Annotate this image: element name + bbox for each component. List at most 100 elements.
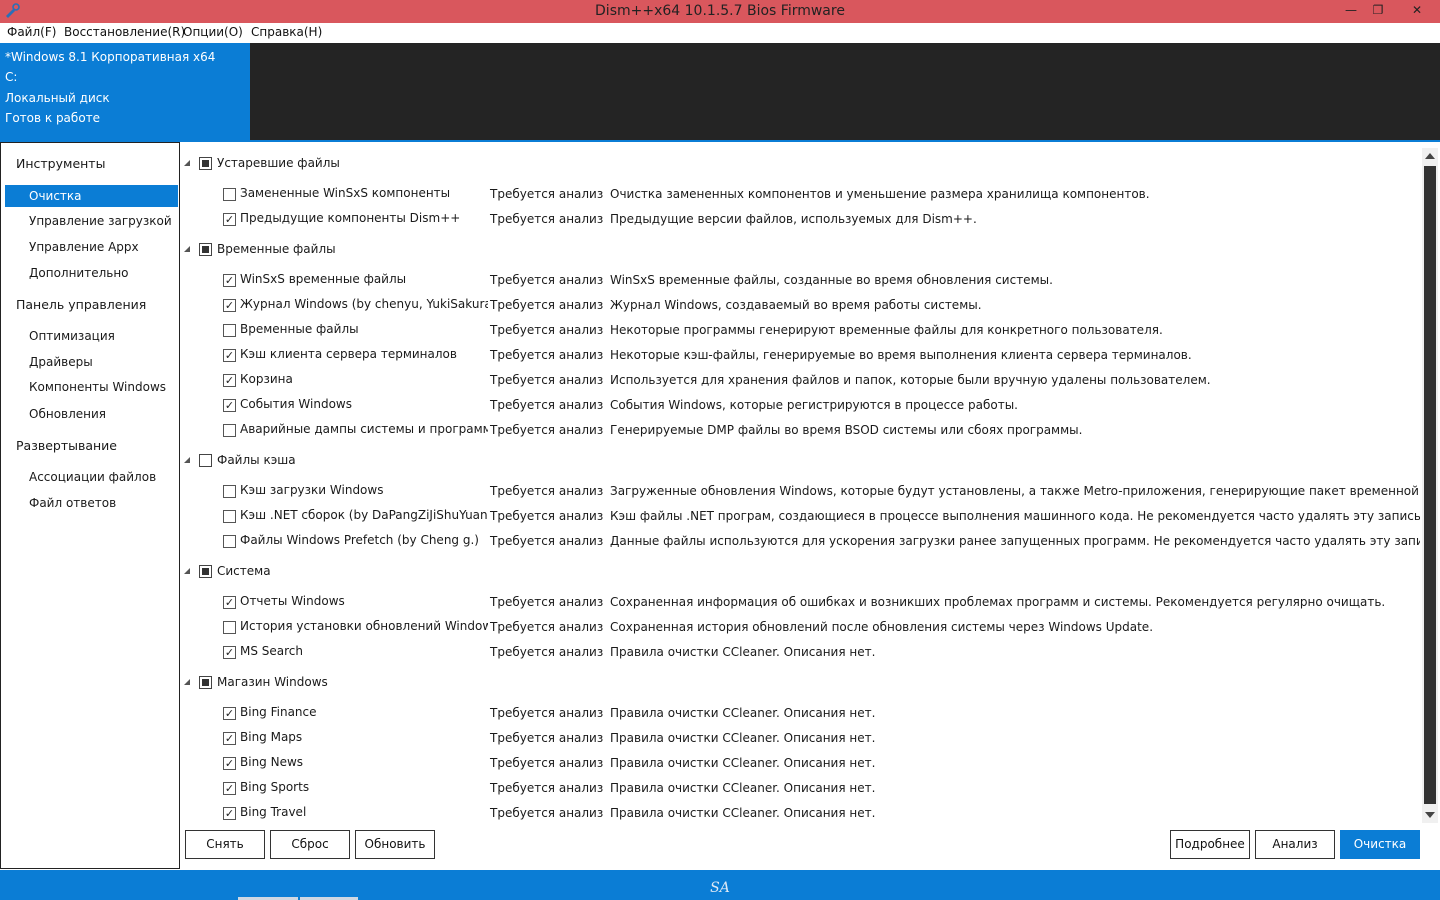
row-status: Требуется анализ	[490, 348, 604, 362]
sidebar-item-updates[interactable]: Обновления	[29, 407, 106, 421]
checkbox-unchecked[interactable]	[223, 510, 236, 523]
checkbox-checked[interactable]: ✓	[223, 213, 236, 226]
sidebar-item-boot-manager[interactable]: Управление загрузкой	[29, 214, 172, 228]
reset-button[interactable]: Сброс	[270, 830, 350, 859]
sidebar-item-cleanup[interactable]: Очистка	[5, 185, 178, 207]
cleanup-row[interactable]: Кэш загрузки Windows Требуется анализ Загр…	[180, 482, 1420, 502]
checkbox-unchecked[interactable]	[223, 188, 236, 201]
menu-restore[interactable]: Восстановление(R)	[64, 25, 185, 39]
checkbox-checked[interactable]: ✓	[223, 807, 236, 820]
cleanup-row[interactable]: ✓ Кэш клиента сервера терминалов Требуется…	[180, 346, 1420, 366]
row-status: Требуется анализ	[490, 534, 604, 548]
menu-file[interactable]: Файл(F)	[7, 25, 56, 39]
row-name: Временные файлы	[240, 322, 359, 336]
menu-options[interactable]: Опции(O)	[183, 25, 243, 39]
checkbox-unchecked[interactable]	[223, 324, 236, 337]
checkbox-checked[interactable]: ✓	[223, 646, 236, 659]
minimize-button[interactable]: —	[1336, 0, 1366, 22]
checkbox-checked[interactable]: ✓	[223, 299, 236, 312]
checkbox-checked[interactable]: ✓	[223, 732, 236, 745]
image-info-panel[interactable]: *Windows 8.1 Корпоративная x64 C: Локаль…	[0, 43, 250, 141]
cleanup-row[interactable]: ✓ WinSxS временные файлы Требуется анализ W…	[180, 271, 1420, 291]
group-checkbox[interactable]	[199, 243, 212, 256]
sidebar-item-features[interactable]: Компоненты Windows	[29, 380, 166, 394]
close-button[interactable]: ✕	[1402, 0, 1432, 22]
cleanup-row[interactable]: ✓ Bing Finance Требуется анализ Правила очи…	[180, 704, 1420, 724]
checkbox-checked[interactable]: ✓	[223, 399, 236, 412]
menu-help[interactable]: Справка(H)	[251, 25, 322, 39]
cleanup-row[interactable]: ✓ Предыдущие компоненты Dism++ Требуется а…	[180, 210, 1420, 230]
group-label: Устаревшие файлы	[217, 156, 340, 170]
cleanup-row[interactable]: Временные файлы Требуется анализ Некоторые…	[180, 321, 1420, 341]
row-name: Кэш клиента сервера терминалов	[240, 347, 457, 361]
cleanup-row[interactable]: ✓ Bing Travel Требуется анализ Правила очис…	[180, 804, 1420, 824]
cleanup-row[interactable]: Файлы Windows Prefetch (by Cheng g.) Треб…	[180, 532, 1420, 552]
expand-triangle-icon[interactable]	[184, 568, 190, 574]
sidebar-item-file-associations[interactable]: Ассоциации файлов	[29, 470, 156, 484]
sidebar-item-answer-file[interactable]: Файл ответов	[29, 496, 116, 510]
cleanup-row[interactable]: Аварийные дампы системы и программ (b Тре…	[180, 421, 1420, 441]
cleanup-row[interactable]: Кэш .NET сборок (by DaPangZiJiShuYuan) Тр…	[180, 507, 1420, 527]
clean-button[interactable]: Очистка	[1340, 830, 1420, 859]
row-status: Требуется анализ	[490, 781, 604, 795]
row-status: Требуется анализ	[490, 398, 604, 412]
checkbox-checked[interactable]: ✓	[223, 374, 236, 387]
cleanup-row[interactable]: ✓ MS Search Требуется анализ Правила очистк…	[180, 643, 1420, 663]
sidebar: Инструменты Очистка Управление загрузкой…	[0, 142, 180, 869]
group-checkbox[interactable]	[199, 157, 212, 170]
details-button[interactable]: Подробнее	[1170, 830, 1250, 859]
scroll-down-icon[interactable]	[1425, 812, 1435, 818]
row-description: Некоторые программы генерируют временные…	[610, 323, 1163, 337]
maximize-button[interactable]: ❐	[1363, 0, 1393, 22]
row-description: Данные файлы используются для ускорения …	[610, 534, 1420, 548]
cleanup-row[interactable]: ✓ Журнал Windows (by chenyu, YukiSakura) Т…	[180, 296, 1420, 316]
row-description: Некоторые кэш-файлы, генерируемые во вре…	[610, 348, 1192, 362]
cleanup-row[interactable]: ✓ Bing News Требуется анализ Правила очистк…	[180, 754, 1420, 774]
row-name: История установки обновлений Windows	[240, 619, 488, 633]
group-checkbox[interactable]	[199, 676, 212, 689]
group-checkbox[interactable]	[199, 454, 212, 467]
checkbox-unchecked[interactable]	[223, 485, 236, 498]
scroll-up-icon[interactable]	[1425, 153, 1435, 159]
checkbox-checked[interactable]: ✓	[223, 349, 236, 362]
scroll-thumb[interactable]	[1424, 166, 1436, 804]
expand-triangle-icon[interactable]	[184, 246, 190, 252]
row-status: Требуется анализ	[490, 645, 604, 659]
sidebar-item-drivers[interactable]: Драйверы	[29, 355, 93, 369]
row-name: Отчеты Windows	[240, 594, 345, 608]
sidebar-item-advanced[interactable]: Дополнительно	[29, 266, 129, 280]
sidebar-item-appx[interactable]: Управление Appx	[29, 240, 139, 254]
cleanup-row[interactable]: ✓ Bing Sports Требуется анализ Правила очис…	[180, 779, 1420, 799]
sidebar-item-optimization[interactable]: Оптимизация	[29, 329, 115, 343]
checkbox-checked[interactable]: ✓	[223, 782, 236, 795]
checkbox-checked[interactable]: ✓	[223, 707, 236, 720]
cleanup-row[interactable]: ✓ Отчеты Windows Требуется анализ Сохраненн…	[180, 593, 1420, 613]
expand-triangle-icon[interactable]	[184, 457, 190, 463]
row-status: Требуется анализ	[490, 509, 604, 523]
checkbox-checked[interactable]: ✓	[223, 274, 236, 287]
cleanup-row[interactable]: Замененные WinSxS компоненты Требуется ан…	[180, 185, 1420, 205]
menu-bar: Файл(F) Восстановление(R) Опции(O) Справ…	[0, 23, 1440, 43]
drive-letter: C:	[5, 70, 18, 84]
os-name: *Windows 8.1 Корпоративная x64	[5, 50, 216, 64]
analyze-button[interactable]: Анализ	[1255, 830, 1335, 859]
checkbox-checked[interactable]: ✓	[223, 596, 236, 609]
status-logo: SA	[710, 880, 730, 896]
checkbox-unchecked[interactable]	[223, 535, 236, 548]
vertical-scrollbar[interactable]	[1422, 148, 1438, 823]
checkbox-unchecked[interactable]	[223, 621, 236, 634]
group-label: Файлы кэша	[217, 453, 296, 467]
status-bar: SA	[0, 870, 1440, 900]
cleanup-row[interactable]: История установки обновлений Windows Треб…	[180, 618, 1420, 638]
refresh-button[interactable]: Обновить	[355, 830, 435, 859]
checkbox-unchecked[interactable]	[223, 424, 236, 437]
expand-triangle-icon[interactable]	[184, 160, 190, 166]
group-checkbox[interactable]	[199, 565, 212, 578]
expand-triangle-icon[interactable]	[184, 679, 190, 685]
uncheck-button[interactable]: Снять	[185, 830, 265, 859]
cleanup-row[interactable]: ✓ Корзина Требуется анализ Используется для…	[180, 371, 1420, 391]
checkbox-checked[interactable]: ✓	[223, 757, 236, 770]
row-name: Bing Maps	[240, 730, 303, 744]
cleanup-row[interactable]: ✓ События Windows Требуется анализ События …	[180, 396, 1420, 416]
cleanup-row[interactable]: ✓ Bing Maps Требуется анализ Правила очистк…	[180, 729, 1420, 749]
